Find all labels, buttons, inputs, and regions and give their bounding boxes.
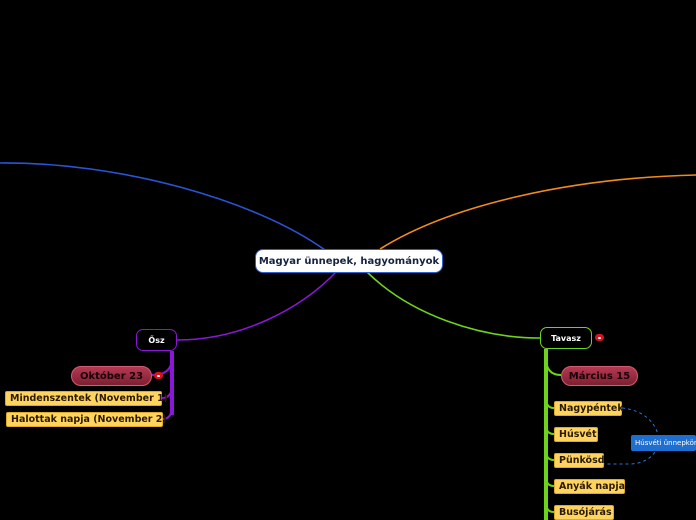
branch-line-osz	[176, 270, 338, 341]
boundary-label-husveti-unnepkor[interactable]: Húsvéti ünnepkör	[631, 435, 696, 451]
topic-punkosd[interactable]: Pünkösd	[554, 453, 605, 468]
topic-halottak-napja[interactable]: Halottak napja (November 2)	[6, 412, 167, 427]
topic-anyak-napja[interactable]: Anyák napja	[554, 479, 625, 494]
topic-oktober-23[interactable]: Október 23	[71, 366, 152, 386]
topic-marcius-15[interactable]: Március 15	[561, 366, 638, 386]
topic-osz[interactable]: Ősz	[136, 329, 177, 351]
topic-nagypentek[interactable]: Nagypéntek	[554, 401, 624, 416]
flag-marker-icon	[595, 334, 604, 341]
central-topic[interactable]: Magyar ünnepek, hagyományok	[255, 249, 443, 273]
flag-marker-icon	[154, 372, 163, 379]
branch-line-left-offscreen	[0, 162, 326, 251]
topic-tavasz[interactable]: Tavasz	[540, 327, 592, 349]
topic-husvet[interactable]: Húsvét	[554, 427, 598, 442]
topic-mindenszentek[interactable]: Mindenszentek (November 1)	[5, 391, 168, 406]
branch-line-tavasz	[365, 270, 541, 339]
topic-busojaras[interactable]: Busójárás	[554, 505, 614, 520]
tavasz-connector-marcius	[545, 357, 562, 376]
branch-line-right-offscreen	[379, 174, 696, 250]
